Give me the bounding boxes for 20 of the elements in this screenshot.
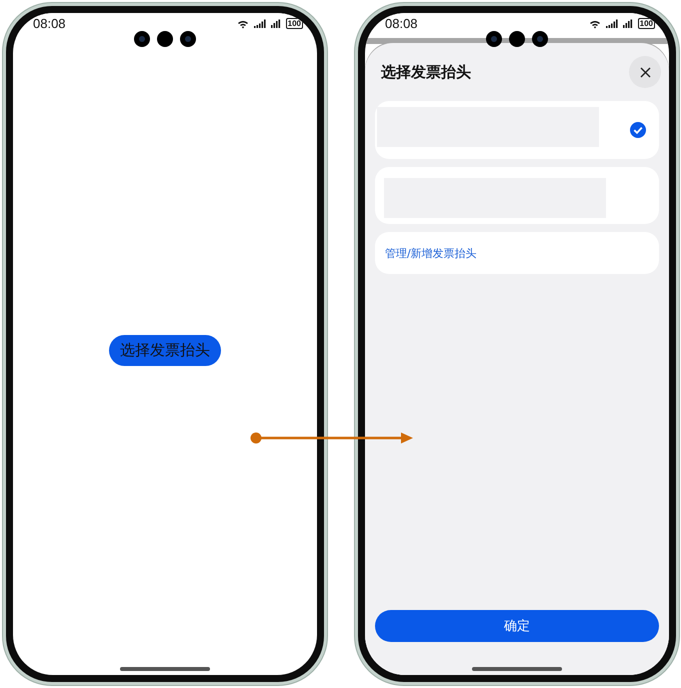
signal-icon xyxy=(606,19,618,28)
close-icon xyxy=(640,66,650,78)
status-time: 08:08 xyxy=(33,16,66,31)
confirm-button[interactable]: 确定 xyxy=(375,610,659,642)
signal-icon xyxy=(254,19,266,28)
camera-cutout-drawing xyxy=(134,31,196,47)
wifi-icon xyxy=(588,18,601,28)
manage-link[interactable]: 管理/新增发票抬头 xyxy=(385,246,477,260)
select-title-button[interactable]: 选择发票抬头 xyxy=(109,335,221,366)
battery-indicator: 100 xyxy=(638,18,655,29)
battery-indicator: 100 xyxy=(286,18,303,29)
camera-cutout-drawing xyxy=(486,31,548,47)
option-card[interactable] xyxy=(375,101,659,159)
wifi-icon xyxy=(236,18,249,28)
status-time: 08:08 xyxy=(385,16,418,31)
sheet-title: 选择发票抬头 xyxy=(381,62,471,82)
check-icon xyxy=(630,122,646,138)
signal-icon xyxy=(270,19,281,28)
close-button[interactable] xyxy=(629,56,661,88)
signal-icon xyxy=(622,19,633,28)
